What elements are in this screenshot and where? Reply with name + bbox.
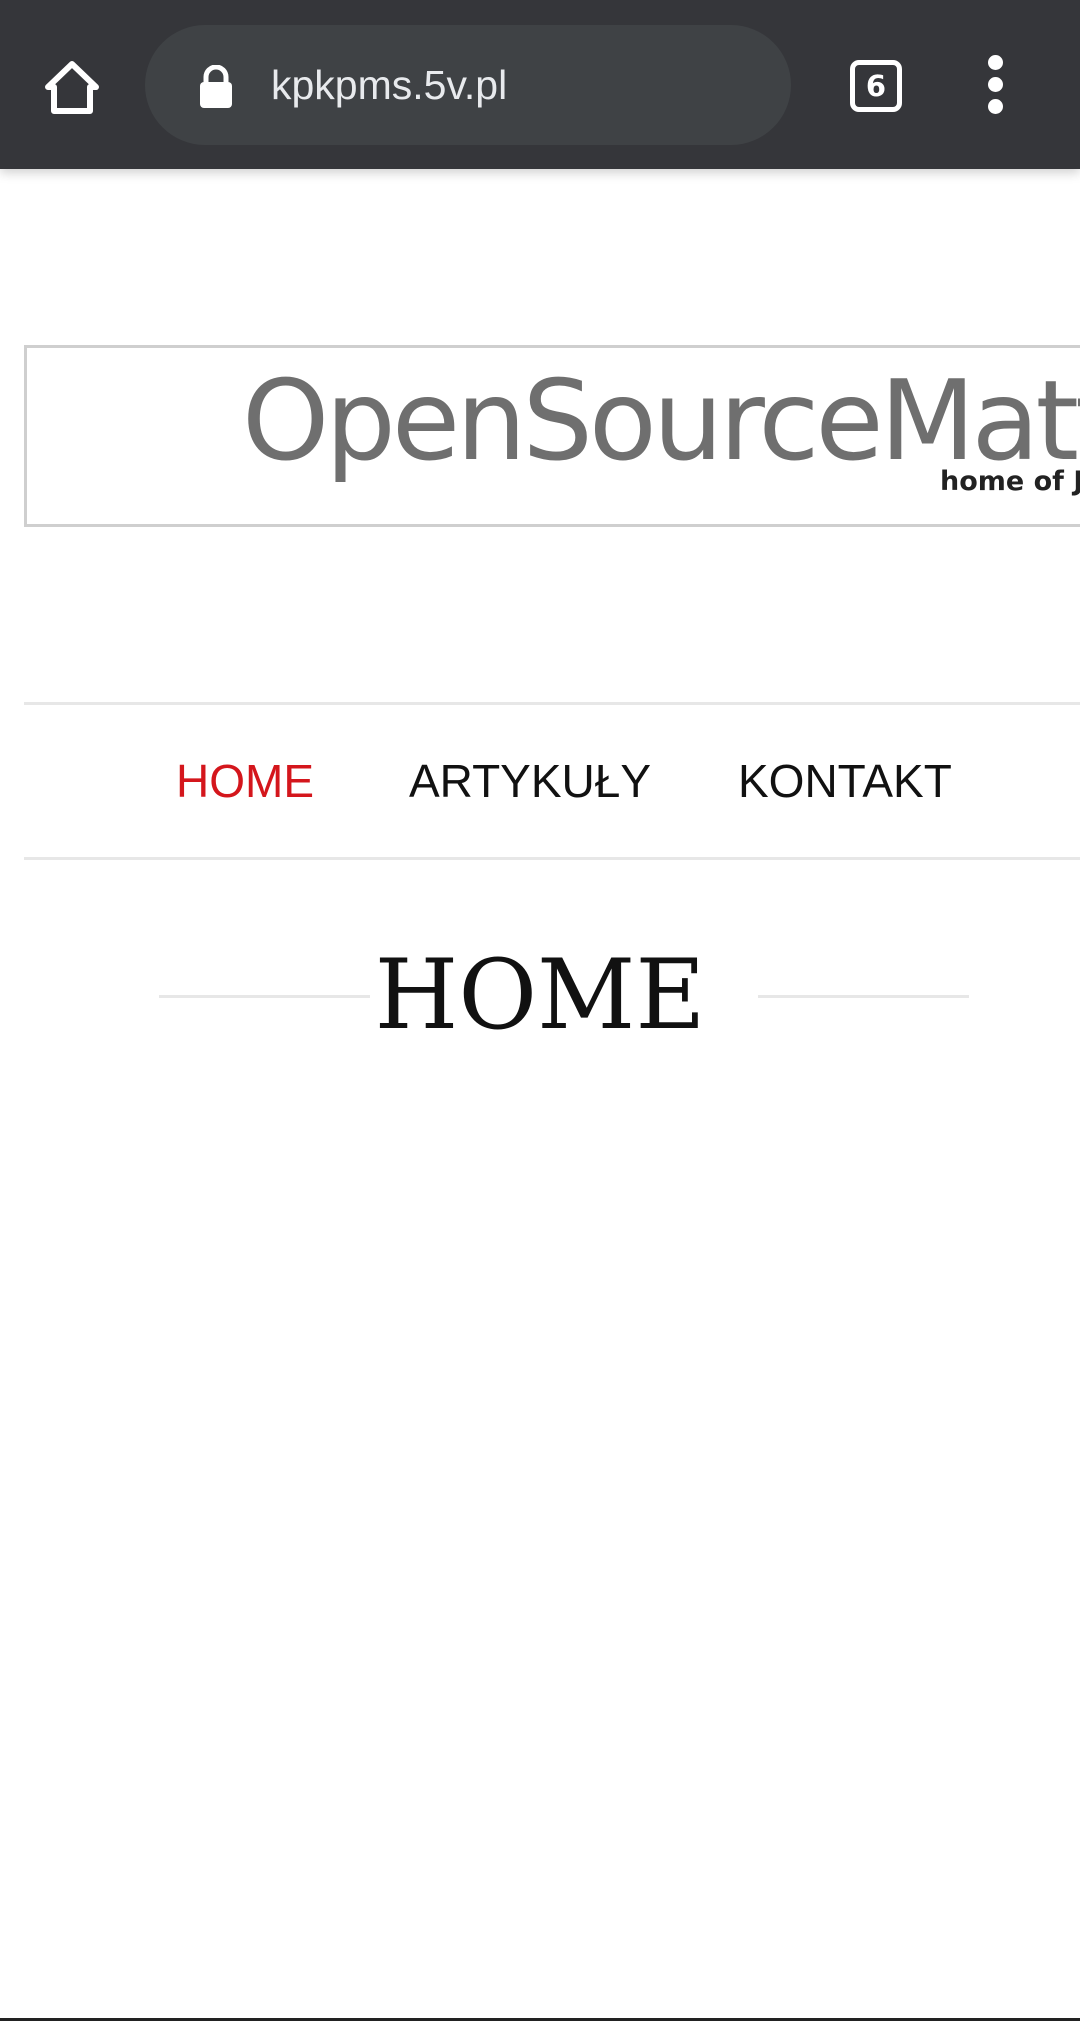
more-vert-icon	[988, 55, 1003, 70]
lock-icon	[200, 65, 232, 108]
browser-toolbar: kpkpms.5v.pl 6	[0, 0, 1080, 169]
nav-item-home[interactable]: HOME	[176, 705, 314, 857]
banner-tagline: home of Jo	[940, 466, 1080, 497]
nav-item-articles[interactable]: ARTYKUŁY	[409, 705, 651, 857]
address-bar[interactable]: kpkpms.5v.pl	[145, 25, 791, 145]
tab-switcher-icon: 6	[850, 60, 902, 112]
url-text[interactable]: kpkpms.5v.pl	[271, 25, 507, 145]
banner-logo-text: OpenSourceMatte	[242, 357, 1080, 486]
home-icon	[45, 61, 99, 114]
browser-menu-button[interactable]	[966, 50, 1026, 120]
nav-item-contact[interactable]: KONTAKT	[738, 705, 952, 857]
main-navigation: HOME ARTYKUŁY KONTAKT	[0, 705, 1080, 857]
tab-switcher-button[interactable]: 6	[846, 56, 904, 114]
tab-count: 6	[865, 69, 887, 103]
nav-divider-bottom	[24, 857, 1080, 860]
site-banner[interactable]: OpenSourceMatte home of Jo	[24, 345, 1080, 527]
home-button[interactable]	[28, 43, 116, 131]
more-vert-icon-dot	[988, 77, 1003, 92]
page-heading-block: HOME	[0, 925, 1080, 1065]
page-title: HOME	[374, 939, 706, 1051]
more-vert-icon-dot	[988, 99, 1003, 114]
